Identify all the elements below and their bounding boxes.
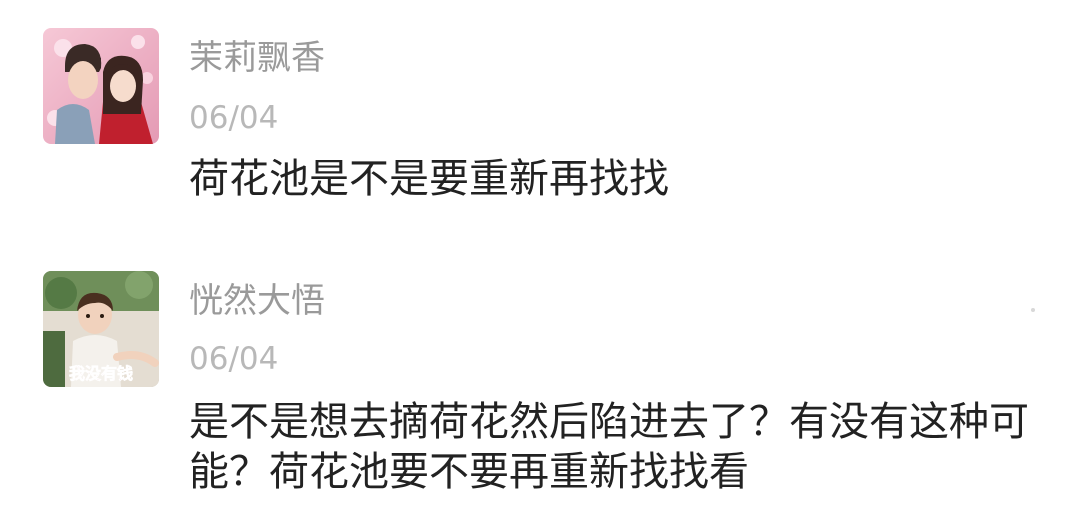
user-avatar[interactable] <box>43 28 159 144</box>
user-avatar[interactable]: 我没有钱 <box>43 271 159 387</box>
comment-date: 06/04 <box>189 100 279 136</box>
comment-text: 是不是想去摘荷花然后陷进去了？有没有这种可能？荷花池要不要再重新找找看 <box>189 399 1029 495</box>
username[interactable]: 茉莉飘香 <box>189 38 325 78</box>
child-photo-avatar-icon: 我没有钱 <box>43 271 159 387</box>
more-indicator <box>1031 308 1035 312</box>
couple-photo-avatar-icon <box>43 28 159 144</box>
comment-text: 荷花池是不是要重新再找找 <box>189 156 669 202</box>
avatar-caption: 我没有钱 <box>69 364 133 383</box>
username[interactable]: 恍然大悟 <box>189 281 325 321</box>
comment-date: 06/04 <box>189 341 279 377</box>
